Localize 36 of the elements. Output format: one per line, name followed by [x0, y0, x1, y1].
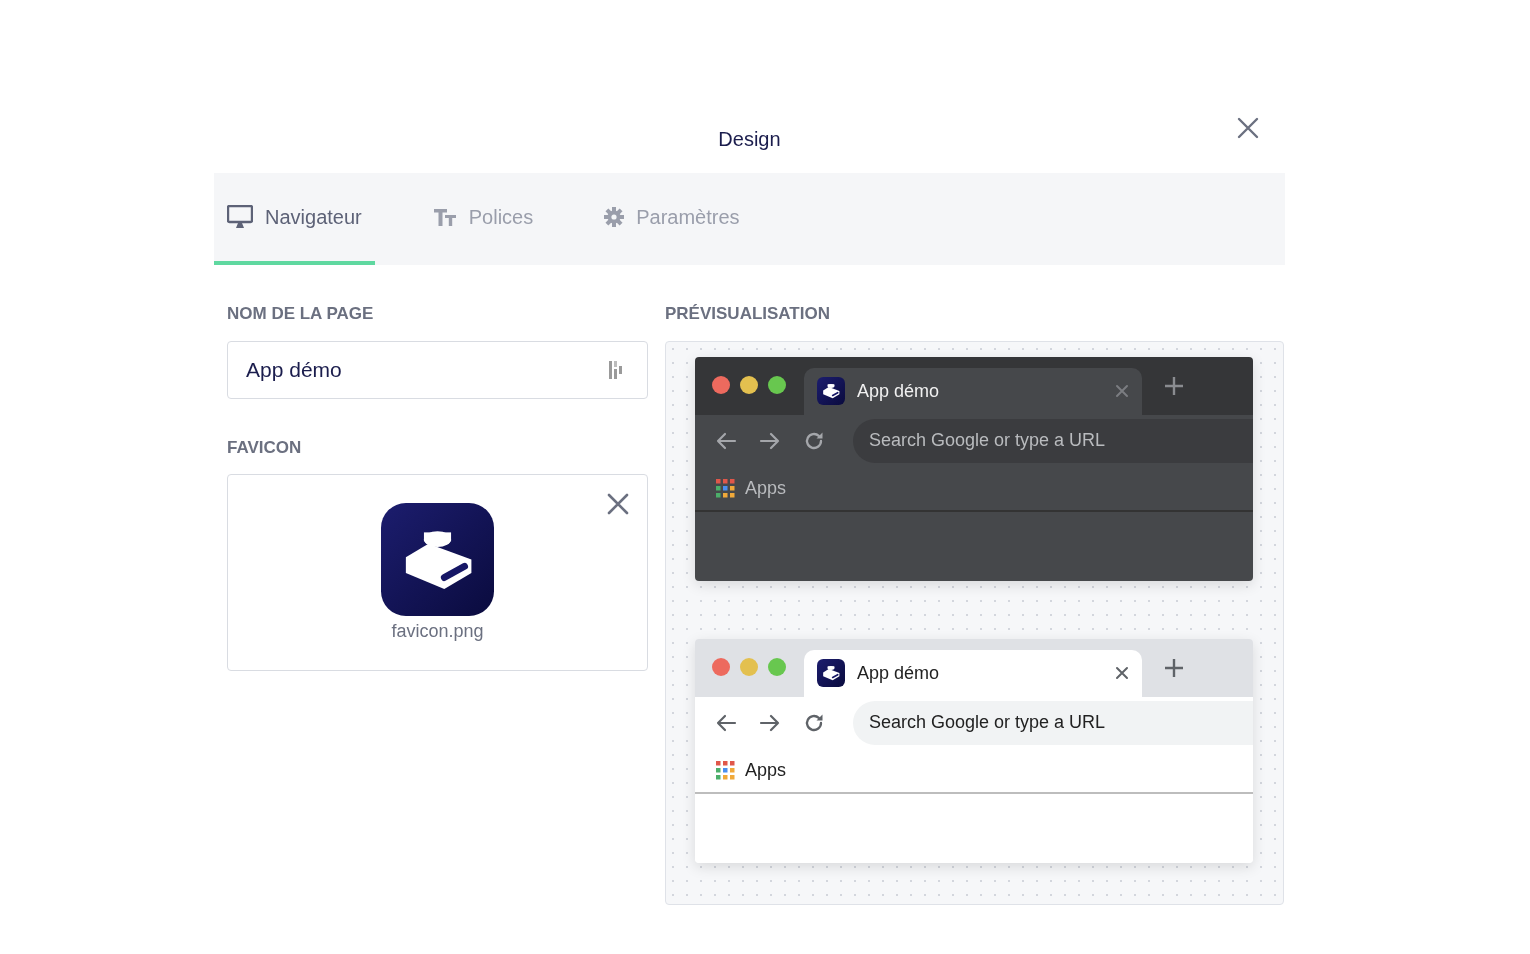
- close-icon: [1237, 117, 1259, 139]
- remove-icon[interactable]: [607, 493, 629, 515]
- close-dot-icon: [712, 657, 730, 676]
- preview-label: PRÉVISUALISATION: [665, 303, 831, 325]
- dialog-title: Design: [718, 127, 781, 152]
- maximize-dot-icon: [768, 657, 786, 676]
- address-bar: Search Google or type a URL: [853, 700, 1253, 745]
- tab-close-icon[interactable]: [1115, 666, 1129, 680]
- bookmark-label: Apps: [745, 758, 787, 782]
- field-label: FAVICON: [227, 436, 303, 459]
- back-arrow-icon: [715, 430, 737, 451]
- favicon-icon: [817, 377, 845, 405]
- maximize-dot-icon: [768, 375, 786, 394]
- tab-title: App démo: [857, 661, 941, 685]
- back-arrow-icon: [715, 712, 737, 733]
- minimize-dot-icon: [740, 657, 758, 676]
- minimize-dot-icon: [740, 375, 758, 394]
- new-tab-icon: [1164, 375, 1184, 396]
- address-bar: Search Google or type a URL: [853, 418, 1253, 463]
- tab[interactable]: Navigateur: [214, 173, 375, 265]
- forward-arrow-icon: [759, 712, 781, 733]
- apps-grid-icon: [715, 478, 735, 498]
- file-name: favicon.png: [391, 620, 484, 643]
- forward-arrow-icon: [759, 430, 781, 451]
- monitor-icon: [227, 205, 253, 229]
- new-tab-icon: [1164, 657, 1184, 678]
- favicon-icon: [817, 659, 845, 687]
- page-name-field[interactable]: App démo: [227, 340, 648, 399]
- tab-title: App démo: [857, 379, 941, 403]
- close-dot-icon: [712, 375, 730, 394]
- close-button[interactable]: [1237, 117, 1259, 139]
- gear-icon: [604, 207, 625, 227]
- text-size-icon: [432, 207, 457, 227]
- apps-grid-icon: [715, 760, 735, 780]
- bookmark-label: Apps: [745, 476, 787, 500]
- field-label: NOM DE LA PAGE: [227, 303, 375, 325]
